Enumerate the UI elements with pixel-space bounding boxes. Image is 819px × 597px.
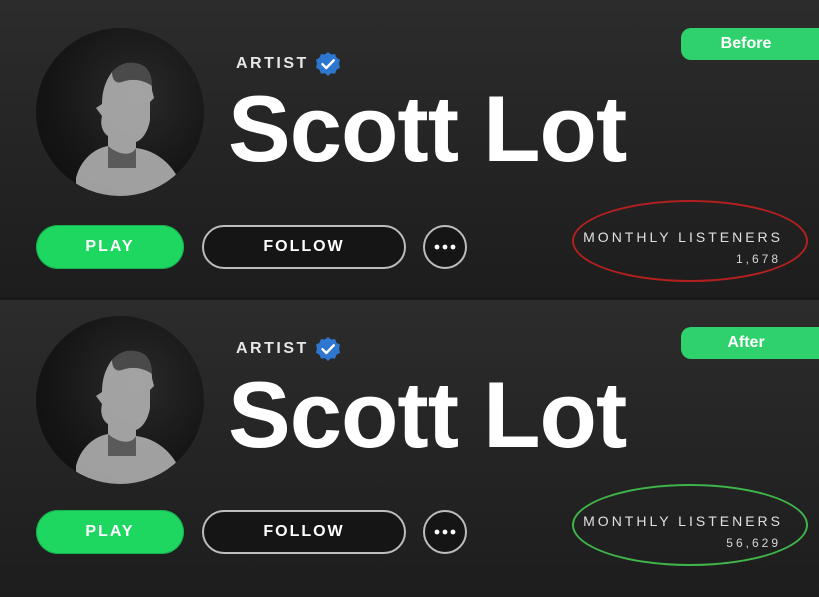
- before-tag: Before: [681, 28, 819, 60]
- verified-check-icon: [316, 337, 340, 361]
- play-button[interactable]: PLAY: [36, 510, 184, 554]
- more-options-icon: [434, 244, 456, 250]
- artist-avatar: [36, 28, 204, 196]
- artist-photo-icon: [76, 62, 182, 196]
- play-button[interactable]: PLAY: [36, 225, 184, 269]
- more-options-icon: [434, 529, 456, 535]
- artist-label: ARTIST: [236, 340, 309, 357]
- more-options-button[interactable]: [423, 510, 467, 554]
- artist-avatar: [36, 316, 204, 484]
- after-tag: After: [681, 327, 819, 359]
- artist-name: Scott Lot: [228, 362, 627, 467]
- follow-button[interactable]: FOLLOW: [202, 510, 406, 554]
- follow-button[interactable]: FOLLOW: [202, 225, 406, 269]
- before-panel: ARTIST Scott Lot PLAY FOLLOW MONTHLY LIS…: [0, 0, 819, 297]
- artist-label: ARTIST: [236, 55, 309, 72]
- artist-name: Scott Lot: [228, 76, 627, 181]
- artist-photo-icon: [76, 350, 182, 484]
- verified-check-icon: [316, 52, 340, 76]
- highlight-ellipse: [572, 484, 808, 566]
- more-options-button[interactable]: [423, 225, 467, 269]
- after-panel: ARTIST Scott Lot PLAY FOLLOW MONTHLY LIS…: [0, 300, 819, 597]
- highlight-ellipse: [572, 200, 808, 282]
